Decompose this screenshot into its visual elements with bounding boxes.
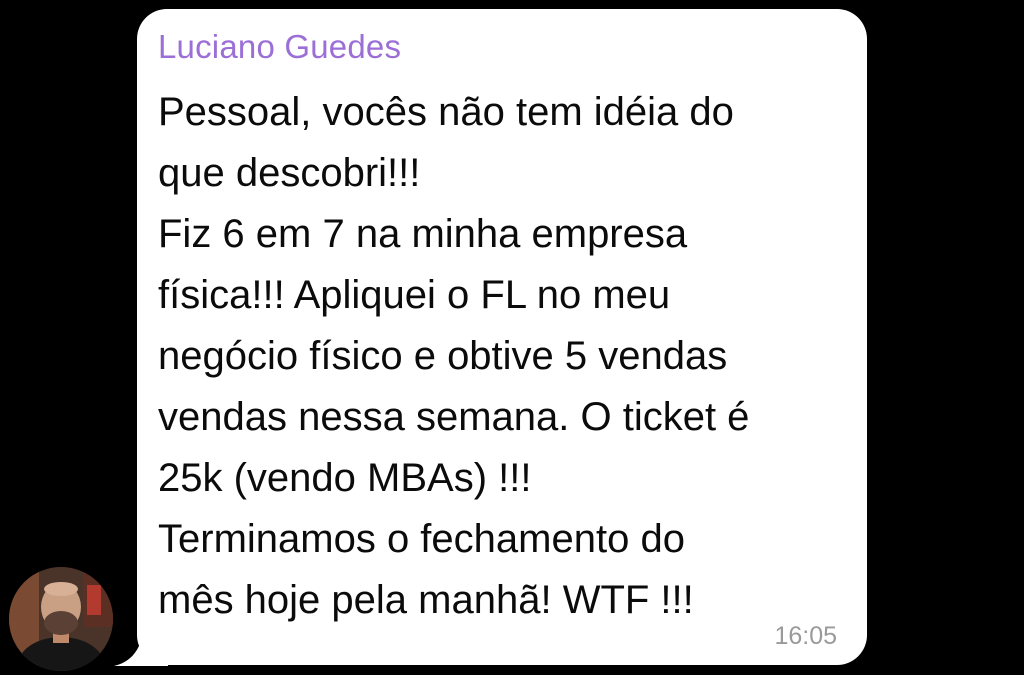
message-line: Fiz 6 em 7 na minha empresa: [158, 212, 688, 256]
message-line: mês hoje pela manhã! WTF !!!: [158, 578, 694, 622]
message-line: Pessoal, vocês não tem idéia do: [158, 90, 734, 134]
message-line: Terminamos o fechamento do: [158, 517, 685, 561]
avatar[interactable]: [9, 567, 113, 671]
message-timestamp: 16:05: [774, 622, 837, 650]
message-bubble[interactable]: Luciano Guedes Pessoal, vocês não tem id…: [137, 9, 867, 665]
message-line: negócio físico e obtive 5 vendas: [158, 334, 728, 378]
message-line: que descobri!!!: [158, 151, 421, 195]
message-line: vendas nessa semana. O ticket é: [158, 395, 750, 439]
sender-name[interactable]: Luciano Guedes: [158, 27, 401, 67]
message-line: física!!! Apliquei o FL no meu: [158, 273, 671, 317]
message-line: 25k (vendo MBAs) !!!: [158, 456, 532, 500]
message-text: Pessoal, vocês não tem idéia do que desc…: [158, 82, 858, 631]
chat-screen: Luciano Guedes Pessoal, vocês não tem id…: [0, 0, 1024, 675]
user-photo-avatar-icon: [9, 567, 113, 671]
